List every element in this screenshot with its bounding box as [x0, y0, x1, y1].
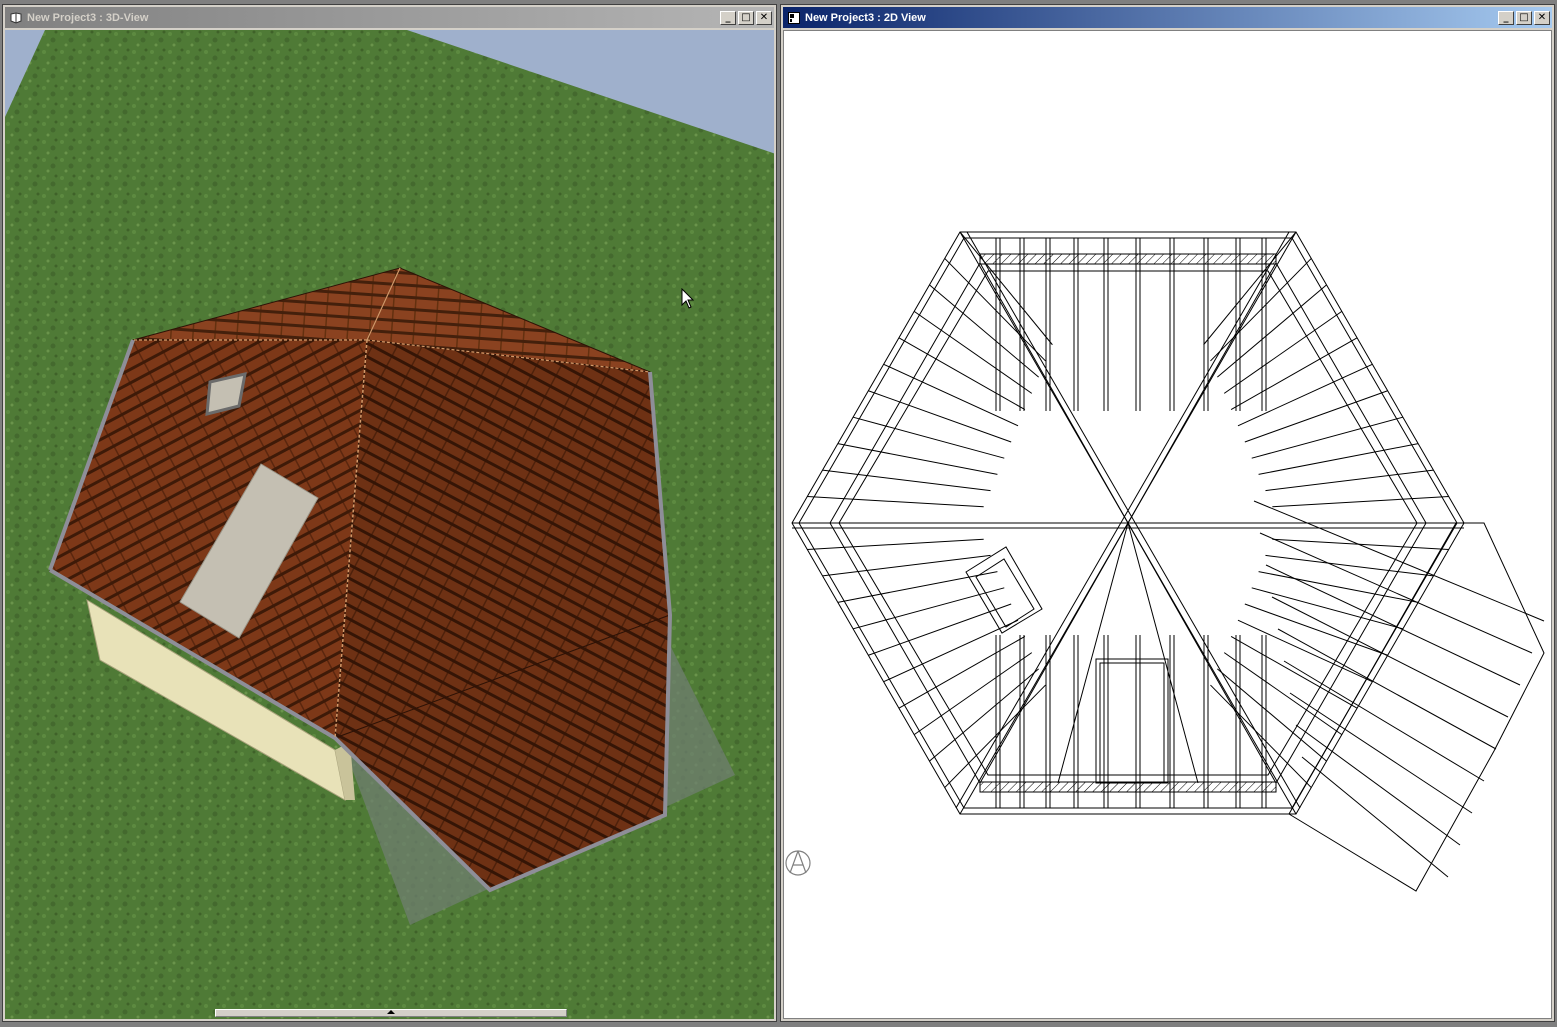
rafter-upper-left — [868, 390, 1012, 443]
mouse-cursor-icon — [681, 287, 695, 314]
roof-extension-outline — [1288, 522, 1545, 892]
rafter-upper-left — [944, 258, 1046, 362]
rafter-upper-left — [837, 443, 998, 475]
valley-line — [1127, 522, 1199, 784]
rafter-lower-left — [807, 538, 984, 550]
2d-view-titlebar[interactable]: New Project3 : 2D View _ □ ✕ — [783, 7, 1552, 28]
rafter-upper-left — [852, 416, 1005, 459]
valley-line — [979, 262, 1129, 524]
rafter-lower-left — [944, 684, 1046, 788]
rafter-lower-right — [1258, 571, 1419, 603]
rafter-lower-right — [1210, 684, 1312, 788]
rafter-extension — [1301, 756, 1449, 878]
2d-view-title: New Project3 : 2D View — [805, 11, 926, 24]
2d-view-window[interactable]: New Project3 : 2D View _ □ ✕ — [780, 4, 1555, 1022]
3d-view-titlebar[interactable]: New Project3 : 3D-View _ □ ✕ — [5, 7, 774, 28]
hip-line — [955, 231, 1290, 809]
rafter-upper-left — [822, 469, 991, 492]
rafter-upper-right — [1210, 258, 1312, 362]
rafter-upper-right — [1272, 496, 1449, 508]
rafter-extension — [1259, 532, 1533, 654]
rafter-upper-right — [1230, 337, 1358, 411]
rafter-lower-left — [898, 635, 1026, 709]
rafter-extension — [1271, 596, 1509, 718]
rafter-upper-right — [1265, 469, 1434, 492]
rafter-extension — [1295, 724, 1461, 846]
3d-view-window[interactable]: New Project3 : 3D-View _ □ ✕ — [2, 4, 777, 1022]
2d-view-icon — [787, 11, 801, 25]
rafter-lower-left — [822, 554, 991, 577]
roof-opening-inner — [1099, 662, 1165, 784]
roof-framing-plan — [791, 231, 1545, 892]
valley-line — [1057, 522, 1129, 784]
rafter-extension — [1277, 628, 1497, 750]
hip-line — [966, 231, 1301, 809]
rafter-lower-left — [837, 571, 998, 603]
minimize-button[interactable]: _ — [1498, 10, 1514, 25]
valley-line — [979, 522, 1129, 784]
rafter-lower-left — [868, 603, 1012, 656]
3d-view-title: New Project3 : 3D-View — [27, 11, 149, 24]
roof-opening — [1095, 658, 1169, 784]
rafter-lower-left — [852, 587, 1005, 630]
rafter-upper-left — [807, 496, 984, 508]
rafter-extension — [1283, 660, 1485, 782]
horizontal-scroll-handle[interactable] — [215, 1009, 567, 1017]
valley-line — [1127, 262, 1277, 524]
3d-view-icon — [9, 11, 23, 25]
3d-scene — [5, 30, 774, 1019]
3d-viewport[interactable] — [5, 30, 774, 1019]
rafter-upper-right — [1251, 416, 1404, 459]
2d-viewport[interactable] — [783, 30, 1552, 1019]
rafter-upper-left — [898, 337, 1026, 411]
scroll-up-arrow-icon[interactable] — [387, 1010, 395, 1014]
rafter-upper-right — [1258, 443, 1419, 475]
close-button[interactable]: ✕ — [756, 10, 772, 25]
maximize-button[interactable]: □ — [1516, 10, 1532, 25]
rafter-lower-right — [1272, 538, 1449, 550]
rafter-extension — [1253, 500, 1545, 622]
valley-line — [1127, 522, 1277, 784]
close-button[interactable]: ✕ — [1534, 10, 1550, 25]
rafter-lower-right — [1230, 635, 1358, 709]
minimize-button[interactable]: _ — [720, 10, 736, 25]
north-arrow-icon — [784, 847, 812, 883]
maximize-button[interactable]: □ — [738, 10, 754, 25]
